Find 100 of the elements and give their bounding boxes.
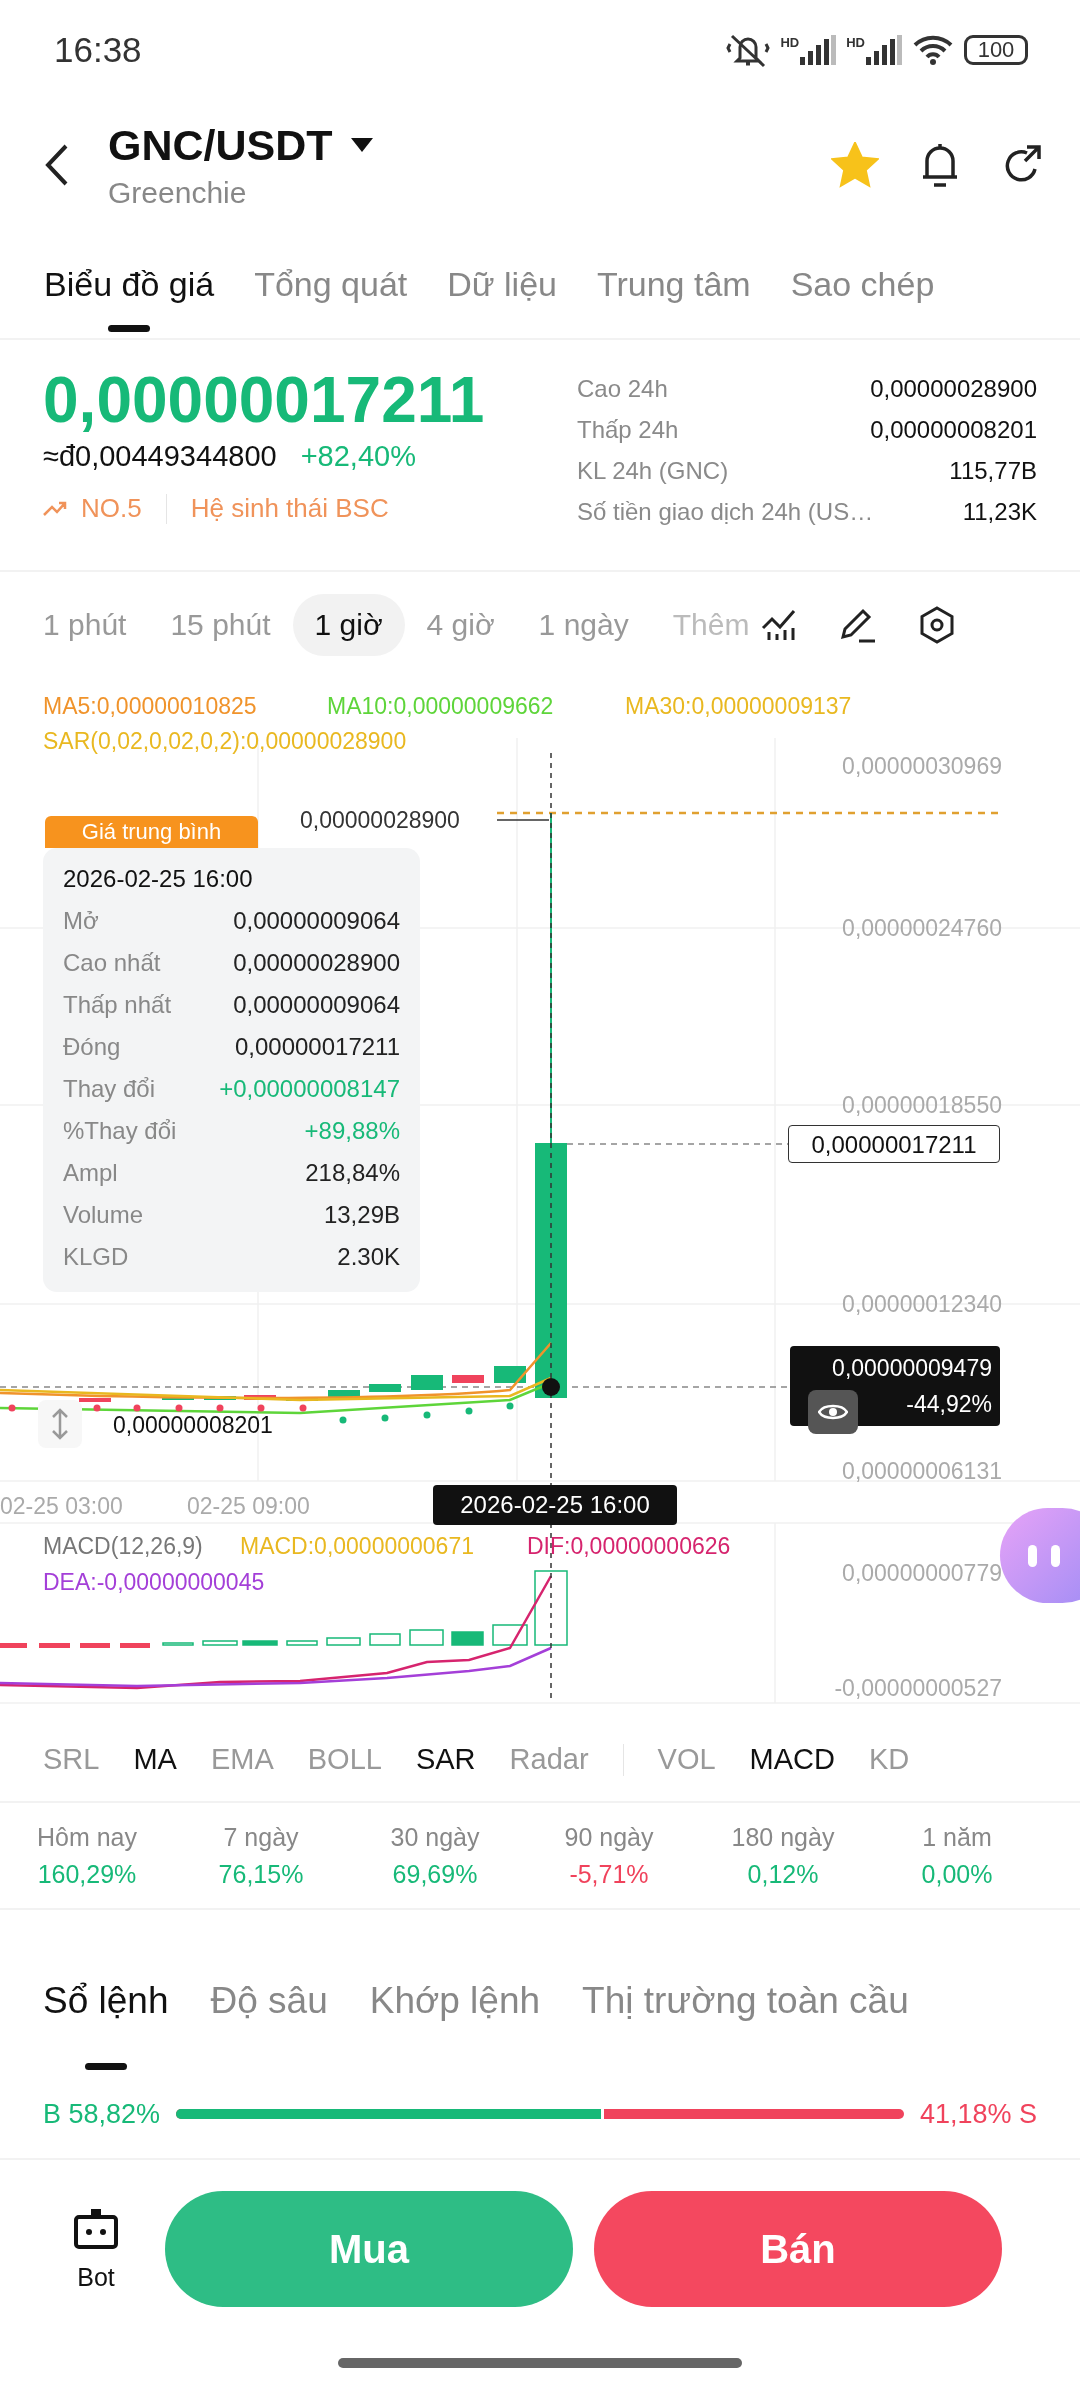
tooltip-label: Thay đổi xyxy=(63,1075,156,1103)
page-tab[interactable]: Trung tâm xyxy=(596,230,751,338)
low-price-label: 0,00000008201 xyxy=(113,1411,273,1440)
sar-dot xyxy=(506,1402,514,1410)
eye-icon[interactable] xyxy=(808,1390,858,1434)
indicator-tab[interactable]: KD xyxy=(869,1743,910,1776)
tooltip-label: Thấp nhất xyxy=(63,991,172,1019)
period-label: 1 năm xyxy=(922,1822,992,1852)
candle xyxy=(328,1390,360,1398)
period-label: 30 ngày xyxy=(390,1822,480,1852)
stat-value: 11,23K xyxy=(962,497,1037,526)
signal-icon xyxy=(866,35,902,65)
ma-legend: MA10:0,00000009662 xyxy=(327,693,554,720)
interval-tab[interactable]: Thêm xyxy=(650,594,750,656)
sell-button[interactable]: Bán xyxy=(594,2191,1002,2307)
interval-tab[interactable]: 15 phút xyxy=(148,594,293,656)
sar-dot xyxy=(465,1407,473,1415)
indicator-tab[interactable]: MA xyxy=(133,1743,177,1776)
period-label: 7 ngày xyxy=(223,1822,299,1852)
pencil-icon[interactable] xyxy=(839,607,878,643)
status-time: 16:38 xyxy=(54,30,142,70)
page-tab[interactable]: Sao chép xyxy=(790,230,935,338)
page-tab[interactable]: Tổng quát xyxy=(254,230,408,338)
sar-dot xyxy=(133,1404,141,1412)
pair-title[interactable]: GNC/USDT xyxy=(108,120,333,170)
candle xyxy=(369,1384,401,1392)
indicator-tab[interactable]: SAR xyxy=(415,1743,476,1776)
period-change: 76,15% xyxy=(218,1859,304,1889)
indicator-tab[interactable]: Radar xyxy=(509,1743,589,1776)
price-axis-label: 0,00000030969 xyxy=(842,752,1002,781)
buy-ratio: B 58,82% xyxy=(43,2098,161,2130)
settings-icon[interactable] xyxy=(919,606,956,644)
interval-tab[interactable]: 1 ngày xyxy=(516,594,651,656)
back-icon[interactable] xyxy=(44,143,70,187)
tooltip-label: Đóng xyxy=(63,1033,121,1061)
indicator-tab[interactable]: BOLL xyxy=(307,1743,382,1776)
time-axis-label: 02-25 09:00 xyxy=(187,1492,310,1521)
tooltip-value: +89,88% xyxy=(304,1117,400,1145)
indicator-tab[interactable]: EMA xyxy=(210,1743,274,1776)
sar-dot xyxy=(299,1404,307,1412)
macd-bar xyxy=(492,1624,528,1646)
sar-dot xyxy=(257,1404,265,1412)
interval-tab[interactable]: 4 giờ xyxy=(404,594,517,656)
tooltip-value: +0,00000008147 xyxy=(219,1075,400,1103)
period-change: -5,71% xyxy=(569,1859,649,1889)
stat-label: Cao 24h xyxy=(577,374,668,403)
tooltip-label: Mở xyxy=(63,907,99,935)
indicator-tab[interactable]: SRL xyxy=(43,1743,100,1776)
macd-bar xyxy=(202,1640,238,1646)
star-icon[interactable] xyxy=(831,142,879,188)
resize-icon[interactable] xyxy=(38,1400,82,1448)
sar-legend: SAR(0,02,0,02,0,2):0,00000028900 xyxy=(43,728,407,755)
candle xyxy=(244,1395,276,1400)
interval-tab[interactable]: 1 giờ xyxy=(292,594,405,656)
tooltip-label: KLGD xyxy=(63,1243,129,1271)
period-change: 0,12% xyxy=(747,1859,819,1889)
high-price-label: 0,00000028900 xyxy=(300,806,460,835)
macd-legend: MACD:0,00000000671 xyxy=(240,1533,474,1560)
bot-button[interactable]: Bot xyxy=(60,2206,132,2292)
page-tab[interactable]: Biểu đồ giá xyxy=(44,230,215,338)
macd-bar xyxy=(409,1629,444,1646)
price-axis-label: 0,00000006131 xyxy=(842,1457,1002,1486)
price-dot xyxy=(542,1378,560,1396)
tooltip-label: Cao nhất xyxy=(63,949,161,977)
order-book-tab[interactable]: Thị trường toàn cầu xyxy=(582,1980,909,2070)
candle xyxy=(411,1375,443,1390)
ecosystem-tag[interactable]: Hệ sinh thái BSC xyxy=(190,493,389,524)
trend-icon xyxy=(43,500,67,517)
candle xyxy=(79,1398,111,1402)
sar-dot xyxy=(93,1404,101,1412)
average-price-tag[interactable]: Giá trung bình xyxy=(45,816,258,848)
close-price-tag: 0,00000017211 xyxy=(788,1125,1000,1163)
order-book-tab[interactable]: Độ sâu xyxy=(210,1980,328,2070)
macd-bar xyxy=(80,1643,110,1648)
sar-dot xyxy=(339,1416,347,1424)
tooltip-label: Volume xyxy=(63,1201,144,1229)
signal-icon xyxy=(800,35,837,65)
interval-tab[interactable]: 1 phút xyxy=(43,594,149,656)
macd-bar xyxy=(0,1643,27,1648)
page-tab[interactable]: Dữ liệu xyxy=(447,230,557,338)
macd-bar xyxy=(286,1640,318,1646)
order-book-tab[interactable]: Khớp lệnh xyxy=(369,1980,541,2070)
order-book-tab[interactable]: Sổ lệnh xyxy=(43,1980,169,2070)
period-change: 0,00% xyxy=(921,1859,993,1889)
indicator-tab[interactable]: VOL xyxy=(657,1743,716,1776)
tooltip-value: 0,00000009064 xyxy=(233,991,400,1019)
sar-dot xyxy=(8,1404,16,1412)
stat-label: Số tiền giao dịch 24h (US… xyxy=(577,497,874,526)
assistant-icon[interactable] xyxy=(1000,1508,1080,1603)
macd-legend: DEA:-0,00000000045 xyxy=(43,1569,265,1596)
tooltip-time: 2026-02-25 16:00 xyxy=(63,864,254,894)
candle xyxy=(494,1366,526,1383)
rank-label[interactable]: NO.5 xyxy=(81,493,142,524)
macd-bar xyxy=(369,1633,401,1646)
indicator-tab[interactable]: MACD xyxy=(749,1743,835,1776)
indicator-icon[interactable] xyxy=(761,608,798,642)
macd-bar xyxy=(242,1640,278,1646)
caret-icon[interactable] xyxy=(350,138,373,152)
tooltip-value: 0,00000009064 xyxy=(233,907,400,935)
buy-button[interactable]: Mua xyxy=(165,2191,573,2307)
